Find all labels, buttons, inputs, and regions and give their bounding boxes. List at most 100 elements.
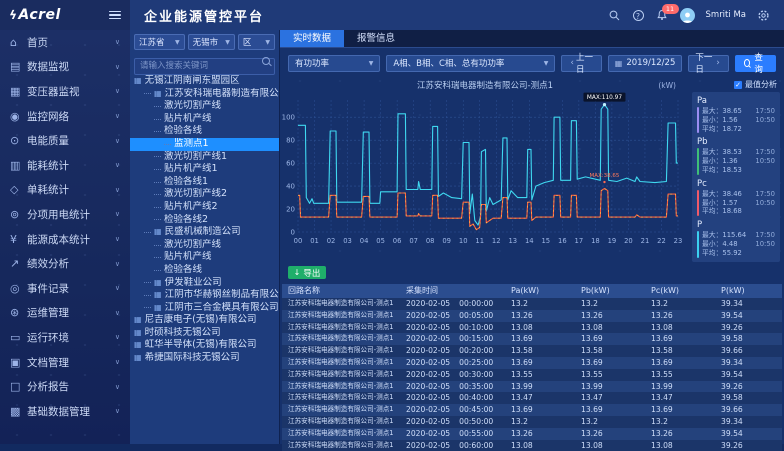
tab-alarm-info[interactable]: 报警信息 [344, 30, 408, 47]
sidebar-item-event-record[interactable]: ◎事件记录∨ [0, 276, 130, 301]
settings-gear-icon[interactable] [757, 9, 770, 22]
sidebar-item-power-quality[interactable]: ⊙电能质量∨ [0, 128, 130, 153]
cell-pb: 13.58 [575, 345, 645, 357]
acrel-logo: ϟAcrel [9, 7, 61, 23]
tree-node-line[interactable]: 检验各线2 [130, 214, 279, 227]
svg-text:13: 13 [508, 237, 517, 245]
cell-p: 39.66 [715, 404, 782, 416]
sidebar-item-energy-cost[interactable]: ¥能源成本统计∨ [0, 227, 130, 252]
tab-realtime-data[interactable]: 实时数据 [280, 30, 344, 47]
district-select[interactable]: 区▼ [238, 34, 275, 50]
search-icon[interactable] [608, 9, 621, 22]
sidebar-item-ops-management[interactable]: ⊛运维管理∨ [0, 301, 130, 326]
notification-bell-icon[interactable]: 11 [656, 9, 669, 22]
export-button[interactable]: ↓导出 [288, 266, 326, 279]
tree-connector [144, 232, 151, 233]
table-row[interactable]: 江苏安科瑞电器制造有限公司-测点12020-02-0500:20:0013.58… [282, 345, 782, 357]
table-row[interactable]: 江苏安科瑞电器制造有限公司-测点12020-02-0500:55:0013.26… [282, 428, 782, 440]
tree-node-company[interactable]: ▦虹华半导体(无锡)有限公司 [130, 339, 279, 352]
next-day-button[interactable]: 下一日› [688, 55, 728, 72]
table-row[interactable]: 江苏安科瑞电器制造有限公司-测点12020-02-0500:30:0013.55… [282, 369, 782, 381]
tree-node-company[interactable]: ▦时硕科技无锡公司 [130, 327, 279, 340]
date-picker[interactable]: ▦2019/12/25 [608, 55, 683, 72]
sidebar-item-base-data[interactable]: ▩基础数据管理∨ [0, 399, 130, 424]
sidebar-item-unit-consumption[interactable]: ◇单耗统计∨ [0, 178, 130, 203]
table-row[interactable]: 江苏安科瑞电器制造有限公司-测点12020-02-0500:40:0013.47… [282, 392, 782, 404]
cell-collect-time: 2020-02-0500:10:00 [400, 322, 505, 334]
tree-node-line[interactable]: 贴片机产线1 [130, 163, 279, 176]
sidebar-item-runtime-env[interactable]: ▭运行环境∨ [0, 325, 130, 350]
stat-row: 最大：38.4617:50 [702, 190, 775, 199]
table-row[interactable]: 江苏安科瑞电器制造有限公司-测点12020-02-0500:00:0013.21… [282, 298, 782, 310]
tree-node-line[interactable]: 检验各线1 [130, 176, 279, 189]
sidebar-item-doc-management[interactable]: ▣文档管理∨ [0, 350, 130, 375]
sidebar-item-label: 首页 [27, 35, 48, 50]
table-row[interactable]: 江苏安科瑞电器制造有限公司-测点12020-02-0500:25:0013.69… [282, 357, 782, 369]
cell-collect-time: 2020-02-0500:00:00 [400, 298, 505, 310]
stat-color-bar [697, 148, 699, 174]
svg-text:15: 15 [541, 237, 550, 245]
help-icon[interactable]: ? [632, 9, 645, 22]
tree-node-line[interactable]: 贴片机产线 [130, 113, 279, 126]
stat-color-bar [697, 231, 699, 257]
tree-node-line[interactable]: 激光切割产线2 [130, 188, 279, 201]
cell-collect-time: 2020-02-0500:20:00 [400, 345, 505, 357]
tree-node-line[interactable]: 激光切割产线 [130, 100, 279, 113]
sidebar-item-energy-consumption[interactable]: ▥能耗统计∨ [0, 153, 130, 178]
hamburger-menu-icon[interactable] [109, 11, 121, 20]
svg-text:22: 22 [657, 237, 666, 245]
sidebar-item-transformer-monitor[interactable]: ▦变压器监视∨ [0, 79, 130, 104]
tree-node-park[interactable]: ▦无锡江阴南闸东盟园区 [130, 75, 279, 88]
sidebar-item-label: 电能质量 [27, 133, 69, 148]
sidebar-item-label: 运维管理 [27, 305, 69, 320]
table-row[interactable]: 江苏安科瑞电器制造有限公司-测点12020-02-0500:45:0013.69… [282, 404, 782, 416]
tree-node-line[interactable]: 贴片机产线2 [130, 201, 279, 214]
table-row[interactable]: 江苏安科瑞电器制造有限公司-测点12020-02-0500:10:0013.08… [282, 322, 782, 334]
table-row[interactable]: 江苏安科瑞电器制造有限公司-测点12020-02-0500:50:0013.21… [282, 416, 782, 428]
table-row[interactable]: 江苏安科瑞电器制造有限公司-测点12020-02-0500:35:0013.99… [282, 381, 782, 393]
cell-date: 2020-02-05 [406, 299, 450, 308]
search-icon[interactable] [262, 57, 270, 65]
cell-circuit-name: 江苏安科瑞电器制造有限公司-测点1 [282, 357, 400, 369]
metric-dropdown[interactable]: 有功功率▼ [288, 55, 380, 72]
tree-node-line[interactable]: 激光切割产线 [130, 239, 279, 252]
sidebar-item-performance-analysis[interactable]: ↗绩效分析∨ [0, 251, 130, 276]
chevron-down-icon: ∨ [115, 383, 120, 391]
table-row[interactable]: 江苏安科瑞电器制造有限公司-测点12020-02-0500:05:0013.26… [282, 310, 782, 322]
phases-dropdown[interactable]: A相、B相、C相、总有功功率▼ [386, 55, 555, 72]
tree-node-line[interactable]: 贴片机产线 [130, 251, 279, 264]
tree-connector [154, 245, 161, 246]
cell-pa: 13.2 [505, 298, 575, 310]
query-button[interactable]: 查询 [735, 55, 776, 72]
table-row[interactable]: 江苏安科瑞电器制造有限公司-测点12020-02-0500:60:0013.08… [282, 440, 782, 451]
tree-node-point[interactable]: 监测点1 [130, 138, 279, 151]
tree-node-company[interactable]: ▦尼吉康电子(无锡)有限公司 [130, 314, 279, 327]
sidebar-item-data-monitor[interactable]: ▤数据监视∨ [0, 55, 130, 80]
tree-node-company[interactable]: ▦希捷国际科技无锡公司 [130, 352, 279, 365]
cell-time: 00:45:00 [459, 405, 493, 414]
cell-p: 39.66 [715, 345, 782, 357]
tree-node-company[interactable]: ▦江苏安科瑞电器制造有限公司 [130, 88, 279, 101]
table-row[interactable]: 江苏安科瑞电器制造有限公司-测点12020-02-0500:15:0013.69… [282, 333, 782, 345]
tree-node-company[interactable]: ▦江阴市三合金模具有限公司 [130, 302, 279, 315]
chevron-down-icon: ∨ [115, 333, 120, 341]
tree-node-company[interactable]: ▦民盛机械制造公司 [130, 226, 279, 239]
avatar[interactable] [680, 8, 695, 23]
stat-label-value: 平均：18.53 [702, 166, 742, 175]
tree-node-company[interactable]: ▦江阴市华赫钢丝制品有限公司 [130, 289, 279, 302]
sidebar-item-home[interactable]: ⌂首页∨ [0, 30, 130, 55]
sidebar-item-subitem-power[interactable]: ⊚分项用电统计∨ [0, 202, 130, 227]
tree-node-company[interactable]: ▦伊发鞋业公司 [130, 277, 279, 290]
province-select[interactable]: 江苏省▼ [134, 34, 185, 50]
tree-search-input[interactable] [134, 58, 275, 75]
tree-node-line[interactable]: 检验各线 [130, 125, 279, 138]
sidebar-item-monitor-network[interactable]: ◉监控网络∨ [0, 104, 130, 129]
sidebar-item-analysis-report[interactable]: □分析报告∨ [0, 374, 130, 399]
cell-pa: 13.26 [505, 310, 575, 322]
prev-day-button[interactable]: ‹上一日 [561, 55, 601, 72]
tree-node-line[interactable]: 检验各线 [130, 264, 279, 277]
cell-pc: 13.47 [645, 392, 715, 404]
max-analysis-checkbox[interactable]: ✓最值分析 [734, 79, 777, 90]
tree-node-line[interactable]: 激光切割产线1 [130, 151, 279, 164]
city-select[interactable]: 无锡市▼ [188, 34, 235, 50]
